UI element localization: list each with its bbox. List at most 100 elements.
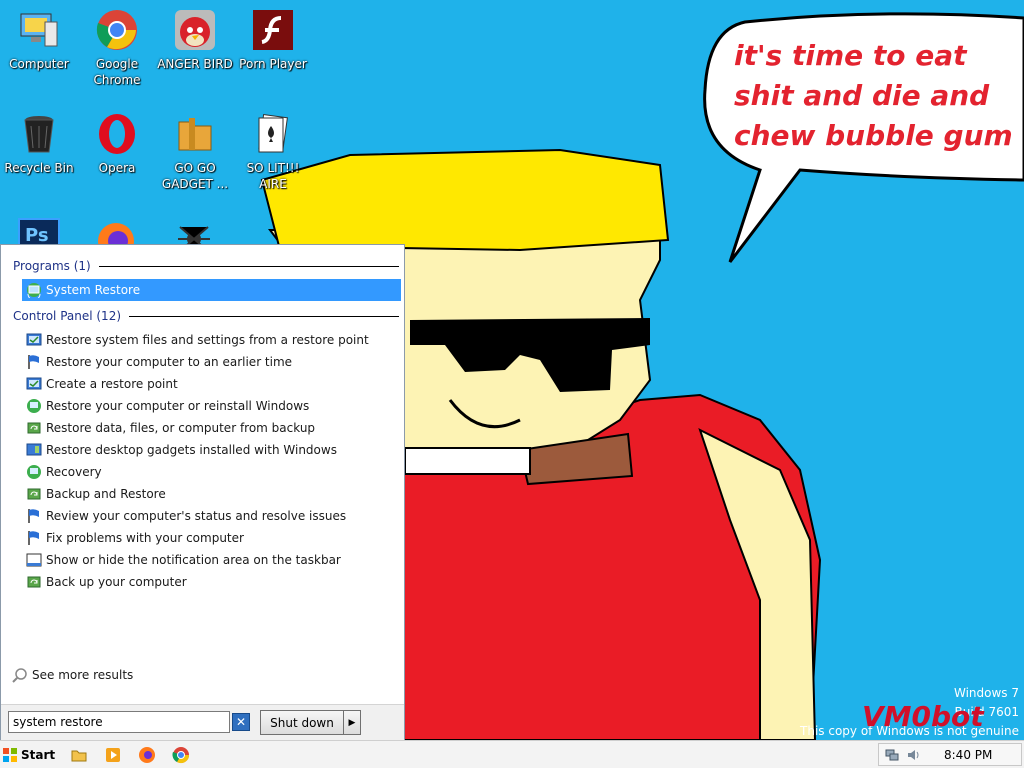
start-menu-bottom-bar: ✕ Shut down ▶ — [1, 704, 404, 740]
desktop-icon-label: Opera — [98, 161, 136, 175]
desktop-icon-photoshop[interactable]: Ps — [17, 217, 61, 245]
backup-icon — [26, 420, 42, 436]
backup-icon — [26, 574, 42, 590]
recovery-icon — [26, 398, 42, 414]
desktop-icon-label: SO LIT!!! AIRE — [246, 161, 300, 191]
taskbar-media-player-button[interactable] — [104, 746, 122, 764]
control-panel-result[interactable]: Restore desktop gadgets installed with W… — [22, 439, 401, 461]
desktop-icon-go-go-gadget[interactable]: GO GO GADGET ... — [156, 112, 234, 192]
shut-down-options-button[interactable]: ▶ — [343, 710, 361, 735]
taskbar: Start 8:40 PM — [0, 740, 1024, 768]
result-label: Create a restore point — [46, 377, 178, 391]
control-panel-result[interactable]: Restore data, files, or computer from ba… — [22, 417, 401, 439]
desktop-icon-label: Google Chrome — [93, 57, 141, 87]
result-label: Restore system files and settings from a… — [46, 333, 369, 347]
start-search-input[interactable] — [8, 711, 230, 733]
desktop-icon-label: GO GO GADGET ... — [161, 161, 229, 191]
photoshop-icon: Ps — [18, 218, 60, 245]
taskbar-icon — [26, 552, 42, 568]
gadgets-icon — [26, 442, 42, 458]
result-label: Restore desktop gadgets installed with W… — [46, 443, 337, 457]
flag-icon — [26, 354, 42, 370]
result-system-restore[interactable]: System Restore — [22, 279, 401, 301]
folder-icon — [173, 112, 217, 156]
desktop-icon-anger-bird[interactable]: ANGER BIRD — [156, 8, 234, 72]
taskbar-explorer-button[interactable] — [70, 746, 88, 764]
opera-icon — [95, 112, 139, 156]
chevron-right-icon: ▶ — [348, 717, 356, 727]
result-label: Restore data, files, or computer from ba… — [46, 421, 316, 435]
control-panel-result[interactable]: Show or hide the notification area on th… — [22, 549, 401, 571]
spider-icon — [178, 226, 210, 245]
result-label: Review your computer's status and resolv… — [46, 509, 347, 523]
network-icon[interactable] — [885, 748, 899, 762]
desktop-icon-google-chrome[interactable]: Google Chrome — [78, 8, 156, 88]
desktop-icon-firefox[interactable] — [94, 217, 138, 245]
result-label: Restore your computer to an earlier time — [46, 355, 293, 369]
notification-area: 8:40 PM — [878, 743, 1022, 766]
control-panel-result[interactable]: Restore your computer to an earlier time — [22, 351, 401, 373]
result-label: Restore your computer or reinstall Windo… — [46, 399, 310, 413]
control-panel-result[interactable]: Fix problems with your computer — [22, 527, 401, 549]
desktop-icon-opera[interactable]: Opera — [78, 112, 156, 176]
control-panel-result[interactable]: Create a restore point — [22, 373, 401, 395]
result-label: Back up your computer — [46, 575, 187, 589]
taskbar-chrome-button[interactable] — [172, 746, 190, 764]
desktop-icon-label: Recycle Bin — [4, 161, 74, 175]
close-icon: ✕ — [235, 715, 247, 729]
system-restore-icon — [26, 282, 42, 298]
volume-icon[interactable] — [907, 748, 921, 762]
chrome-icon — [172, 747, 190, 764]
firefox-icon — [139, 747, 155, 763]
control-panel-result[interactable]: Recovery — [22, 461, 401, 483]
flag-icon — [26, 508, 42, 524]
desktop-icon-recycle-bin[interactable]: Recycle Bin — [0, 112, 78, 176]
control-panel-result[interactable]: Back up your computer — [22, 571, 401, 593]
result-label: Backup and Restore — [46, 487, 166, 501]
media-player-icon — [106, 748, 120, 762]
desktop-icon-label: ANGER BIRD — [157, 57, 233, 71]
search-icon — [12, 668, 27, 683]
taskbar-firefox-button[interactable] — [138, 746, 156, 764]
desktop-icon-label: Computer — [9, 57, 69, 71]
control-panel-result[interactable]: Restore system files and settings from a… — [22, 329, 401, 351]
start-label: Start — [21, 748, 56, 762]
result-label: Recovery — [46, 465, 102, 479]
control-panel-result[interactable]: Restore your computer or reinstall Windo… — [22, 395, 401, 417]
result-label: Fix problems with your computer — [46, 531, 244, 545]
control-panel-result[interactable]: Backup and Restore — [22, 483, 401, 505]
shut-down-button[interactable]: Shut down — [260, 710, 344, 735]
desktop-icon-label: Porn Player — [239, 57, 307, 71]
desktop-icon-so-lit-aire[interactable]: SO LIT!!! AIRE — [234, 112, 312, 192]
desktop-icon-spider-solitaire[interactable] — [172, 217, 216, 245]
system-window-icon — [26, 376, 42, 392]
desktop-icon-computer[interactable]: Computer — [0, 8, 78, 72]
explorer-icon — [71, 750, 87, 762]
svg-text:Ps: Ps — [25, 225, 49, 245]
vmobot-tag: VM0bot — [862, 700, 984, 733]
flash-icon — [251, 8, 295, 52]
angry-bird-icon — [173, 8, 217, 52]
start-button[interactable]: Start — [2, 744, 56, 766]
see-more-results-link[interactable]: See more results — [12, 667, 133, 683]
start-menu: Programs (1) System Restore Control Pane… — [0, 244, 405, 740]
system-window-icon — [26, 332, 42, 348]
cards-icon — [251, 112, 295, 156]
chrome-icon — [95, 8, 139, 52]
clear-search-button[interactable]: ✕ — [232, 713, 250, 731]
flag-icon — [26, 530, 42, 546]
taskbar-clock[interactable]: 8:40 PM — [944, 748, 992, 762]
control-panel-header: Control Panel (12) — [13, 309, 399, 323]
backup-icon — [26, 486, 42, 502]
recovery-icon — [26, 464, 42, 480]
computer-icon — [17, 8, 61, 52]
windows-logo-icon — [3, 748, 17, 762]
firefox-icon — [98, 223, 134, 245]
see-more-label: See more results — [32, 668, 134, 682]
speech-bubble-text: it's time to eat shit and die and chew b… — [734, 39, 1013, 152]
programs-header: Programs (1) — [13, 259, 399, 273]
result-label: Show or hide the notification area on th… — [46, 553, 341, 567]
desktop-icon-porn-player[interactable]: Porn Player — [234, 8, 312, 72]
recycle-bin-icon — [17, 112, 61, 156]
control-panel-result[interactable]: Review your computer's status and resolv… — [22, 505, 401, 527]
